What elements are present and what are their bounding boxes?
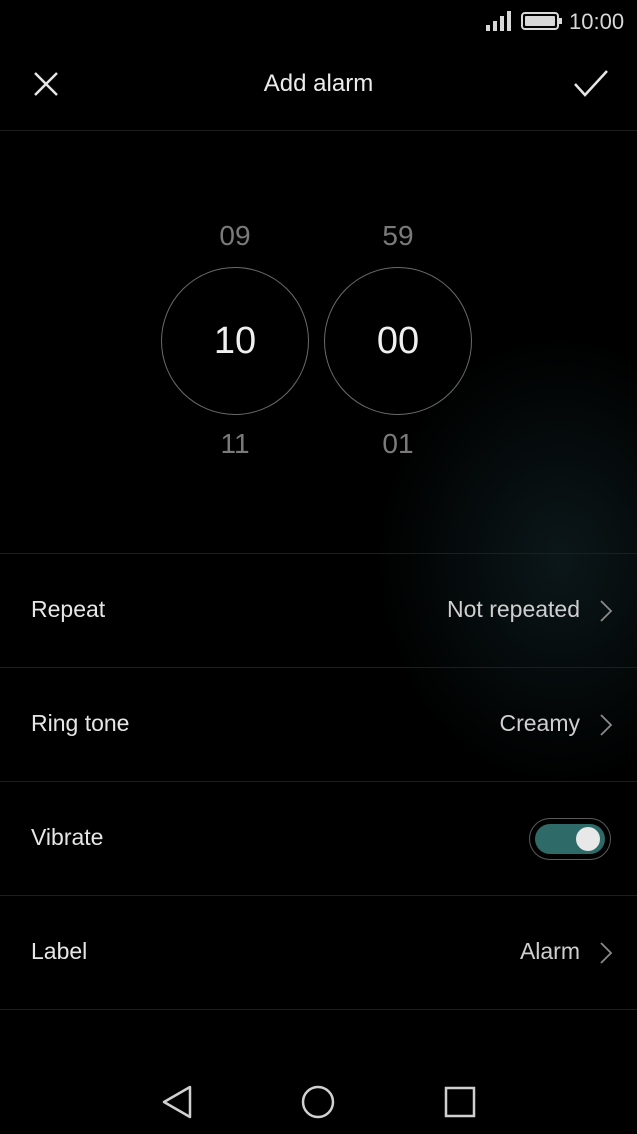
vibrate-row: Vibrate xyxy=(0,781,637,895)
signal-icon xyxy=(486,11,511,31)
home-icon[interactable] xyxy=(300,1084,336,1120)
add-alarm-screen: 10:00 Add alarm 09 10 11 59 00 01 Repeat… xyxy=(0,0,637,1134)
ring-tone-label: Ring tone xyxy=(31,710,130,736)
navigation-bar xyxy=(0,1070,637,1134)
minute-selected: 00 xyxy=(376,319,420,362)
recent-apps-icon[interactable] xyxy=(443,1085,477,1119)
chevron-right-icon xyxy=(600,714,613,736)
status-bar: 10:00 xyxy=(0,0,637,44)
repeat-value: Not repeated xyxy=(447,596,580,622)
hour-wheel[interactable]: 09 10 11 xyxy=(160,210,310,510)
battery-icon xyxy=(521,12,562,30)
alarm-settings-list: Repeat Not repeated Ring tone Creamy Vib… xyxy=(0,553,637,1010)
status-clock: 10:00 xyxy=(569,9,625,34)
back-icon[interactable] xyxy=(160,1084,194,1120)
repeat-label: Repeat xyxy=(31,596,106,622)
minute-next[interactable]: 01 xyxy=(323,428,473,460)
header: Add alarm xyxy=(0,44,637,131)
hour-selected: 10 xyxy=(213,319,257,362)
minute-wheel[interactable]: 59 00 01 xyxy=(323,210,473,510)
ring-tone-row[interactable]: Ring tone Creamy xyxy=(0,667,637,781)
label-value: Alarm xyxy=(519,938,580,964)
hour-selected-ring[interactable]: 10 xyxy=(161,267,309,415)
check-icon[interactable] xyxy=(572,68,610,100)
vibrate-toggle[interactable] xyxy=(529,818,611,860)
label-row[interactable]: Label Alarm xyxy=(0,895,637,1010)
ring-tone-value: Creamy xyxy=(499,710,580,736)
chevron-right-icon xyxy=(600,600,613,622)
page-title: Add alarm xyxy=(263,70,374,97)
repeat-row[interactable]: Repeat Not repeated xyxy=(0,553,637,667)
chevron-right-icon xyxy=(600,942,613,964)
hour-prev[interactable]: 09 xyxy=(160,220,310,252)
vibrate-label: Vibrate xyxy=(31,824,104,850)
toggle-knob xyxy=(576,827,600,851)
label-label: Label xyxy=(31,938,88,964)
time-picker: 09 10 11 59 00 01 xyxy=(0,130,637,553)
hour-next[interactable]: 11 xyxy=(160,428,310,460)
minute-prev[interactable]: 59 xyxy=(323,220,473,252)
minute-selected-ring[interactable]: 00 xyxy=(324,267,472,415)
